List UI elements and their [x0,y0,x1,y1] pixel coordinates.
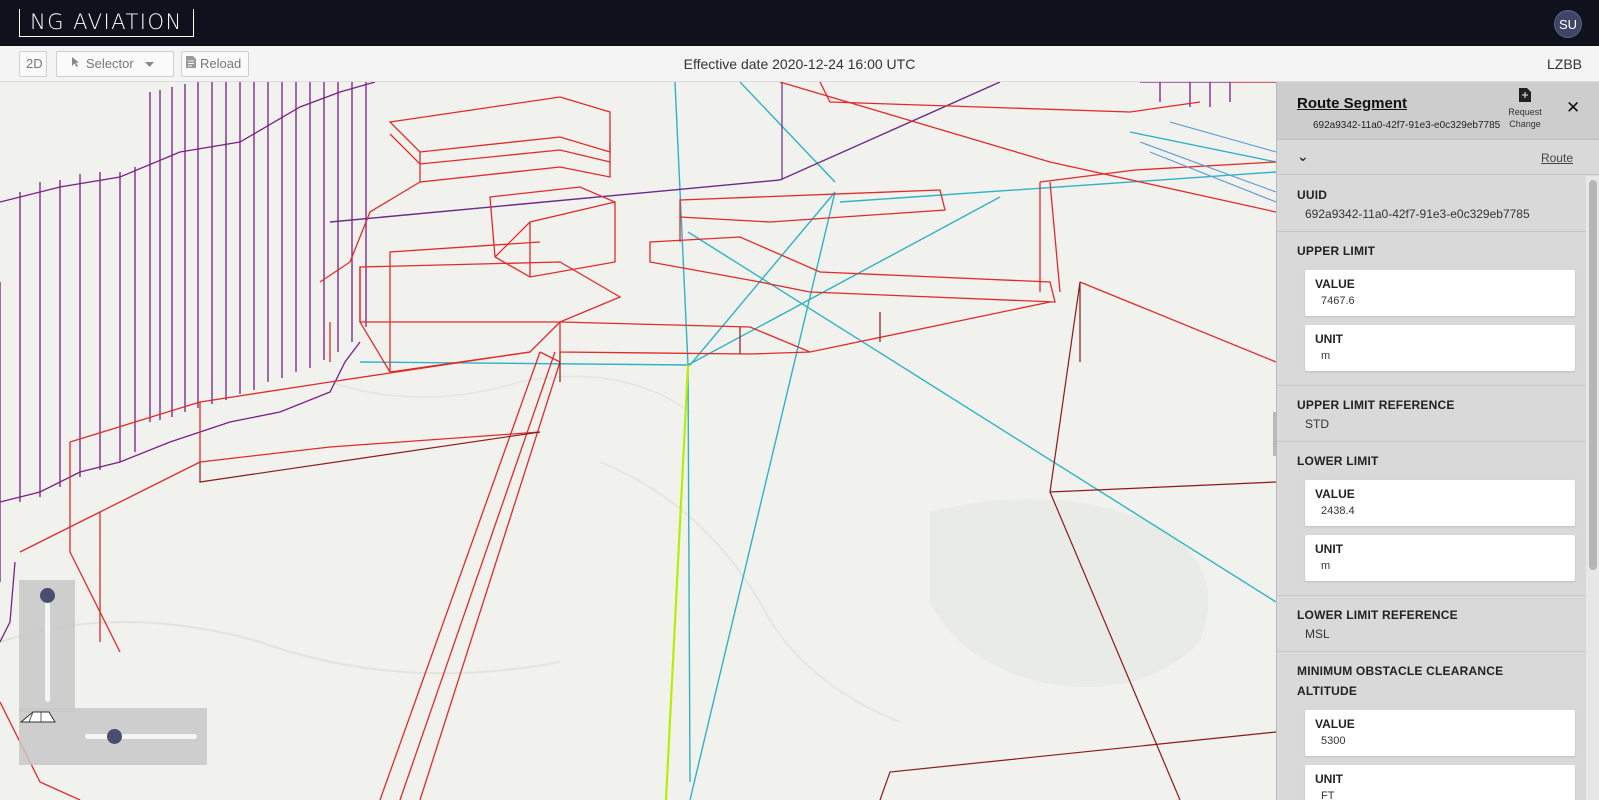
upper-limit-unit-card: UNIT m [1305,325,1575,371]
panel-scrollbar-thumb[interactable] [1589,180,1597,570]
document-edit-icon [1505,88,1545,105]
tilt-slider-track[interactable] [85,734,197,739]
brand-logo: NG AVIATION [19,9,194,37]
effective-date: Effective date 2020-12-24 16:00 UTC [683,56,916,72]
min-obstacle-clearance-label-line2: ALTITUDE [1297,684,1358,698]
upper-limit-label: UPPER LIMIT [1297,244,1376,258]
user-avatar[interactable]: SU [1554,10,1582,38]
upper-limit-value-card: VALUE 7467.6 [1305,270,1575,316]
zoom-slider-vertical[interactable] [19,580,75,712]
route-row: ⌄ Route [1277,141,1599,175]
zoom-slider-track[interactable] [45,594,50,702]
min-obstacle-clearance-label-line1: MINIMUM OBSTACLE CLEARANCE [1297,664,1504,678]
uuid-value: 692a9342-11a0-42f7-91e3-e0c329eb7785 [1305,207,1530,221]
moca-value: 5300 [1321,735,1346,747]
panel-feature-id: 692a9342-11a0-42f7-91e3-e0c329eb7785 [1313,120,1501,131]
moca-unit-card: UNIT FT [1305,765,1575,800]
lower-limit-reference-label: LOWER LIMIT REFERENCE [1297,608,1458,622]
min-obstacle-clearance-section: MINIMUM OBSTACLE CLEARANCE ALTITUDE VALU… [1277,652,1585,800]
upper-limit-reference-value: STD [1305,417,1329,431]
lower-limit-value: 2438.4 [1321,505,1355,517]
tilt-slider-handle[interactable] [107,729,122,744]
lower-limit-reference-value: MSL [1305,627,1330,641]
panel-scrollbar[interactable] [1586,176,1599,800]
upper-limit-reference-label: UPPER LIMIT REFERENCE [1297,398,1455,412]
uuid-label: UUID [1297,188,1328,202]
request-change-button[interactable]: Request Change [1505,88,1545,130]
upper-limit-unit: m [1321,350,1331,362]
pitch-icon [19,711,56,723]
route-link[interactable]: Route [1541,151,1573,165]
close-icon[interactable]: ✕ [1566,98,1580,118]
top-bar: NG AVIATION SU [0,0,1599,46]
lower-limit-reference-section: LOWER LIMIT REFERENCE MSL [1277,596,1585,652]
lower-limit-value-label: VALUE [1315,487,1355,501]
region-code: LZBB [1546,56,1582,72]
map-3d-view[interactable] [0,82,1276,800]
moca-unit-label: UNIT [1315,772,1343,786]
moca-unit: FT [1321,790,1335,800]
lower-limit-section: LOWER LIMIT VALUE 2438.4 UNIT m [1277,442,1585,596]
panel-header: Route Segment 692a9342-11a0-42f7-91e3-e0… [1277,82,1599,140]
uuid-section: UUID 692a9342-11a0-42f7-91e3-e0c329eb778… [1277,176,1585,232]
tilt-slider-horizontal[interactable] [19,708,207,765]
request-change-line1: Request [1508,107,1542,117]
panel-title[interactable]: Route Segment [1297,95,1407,112]
map-canvas[interactable] [0,82,1276,800]
upper-limit-unit-label: UNIT [1315,332,1343,346]
details-panel: Route Segment 692a9342-11a0-42f7-91e3-e0… [1273,82,1599,800]
zoom-slider-handle[interactable] [40,588,55,603]
lower-limit-value-card: VALUE 2438.4 [1305,480,1575,526]
lower-limit-unit-card: UNIT m [1305,535,1575,581]
chevron-down-icon[interactable]: ⌄ [1297,148,1309,165]
upper-limit-reference-section: UPPER LIMIT REFERENCE STD [1277,386,1585,442]
toolbar: 2D Selector Reload Effective date 2020-1… [0,46,1599,82]
lower-limit-unit: m [1321,560,1331,572]
moca-value-label: VALUE [1315,717,1355,731]
lower-limit-unit-label: UNIT [1315,542,1343,556]
upper-limit-value-label: VALUE [1315,277,1355,291]
request-change-line2: Change [1509,119,1541,129]
panel-properties: UUID 692a9342-11a0-42f7-91e3-e0c329eb778… [1277,176,1585,800]
moca-value-card: VALUE 5300 [1305,710,1575,756]
upper-limit-value: 7467.6 [1321,295,1355,307]
lower-limit-label: LOWER LIMIT [1297,454,1379,468]
upper-limit-section: UPPER LIMIT VALUE 7467.6 UNIT m [1277,232,1585,386]
